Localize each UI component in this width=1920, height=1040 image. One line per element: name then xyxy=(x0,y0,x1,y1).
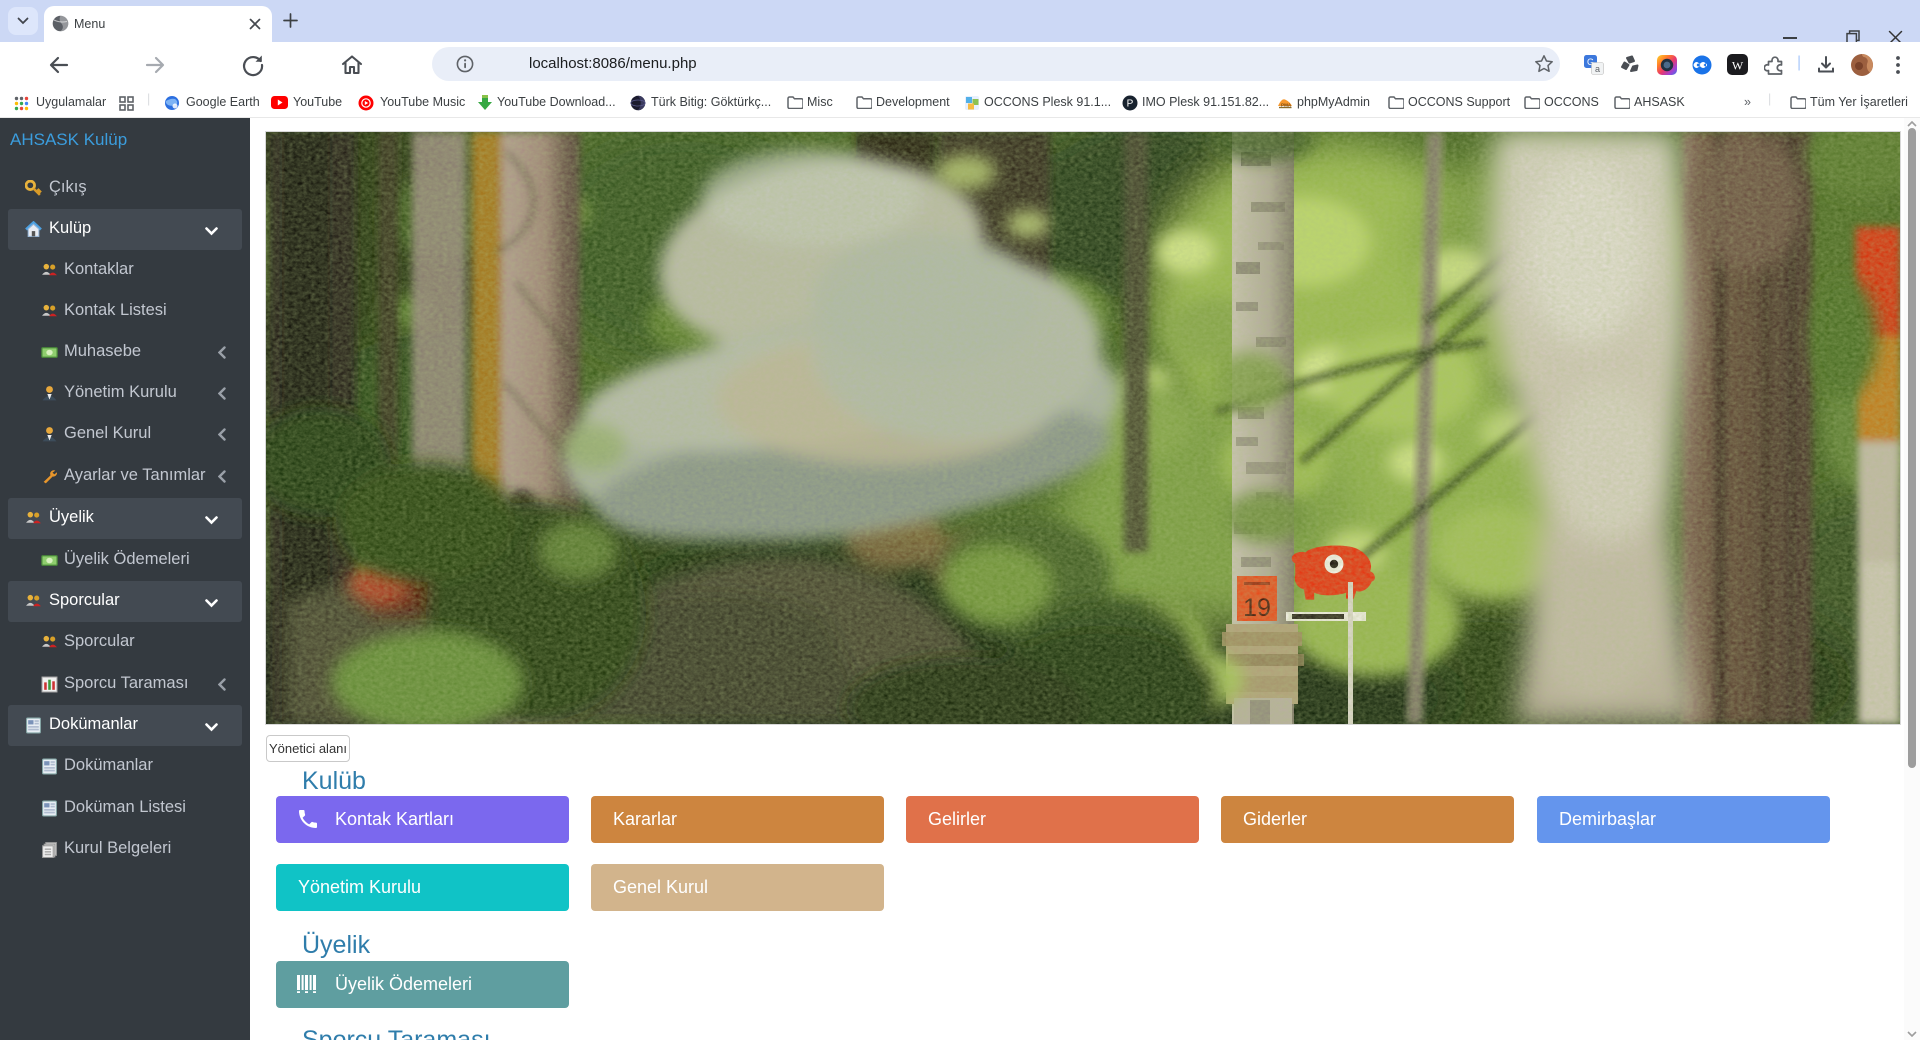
svg-text:a: a xyxy=(1595,64,1600,74)
svg-text:W: W xyxy=(1732,59,1744,73)
svg-text:PMA: PMA xyxy=(1281,103,1292,108)
svg-text:P: P xyxy=(1127,99,1134,110)
